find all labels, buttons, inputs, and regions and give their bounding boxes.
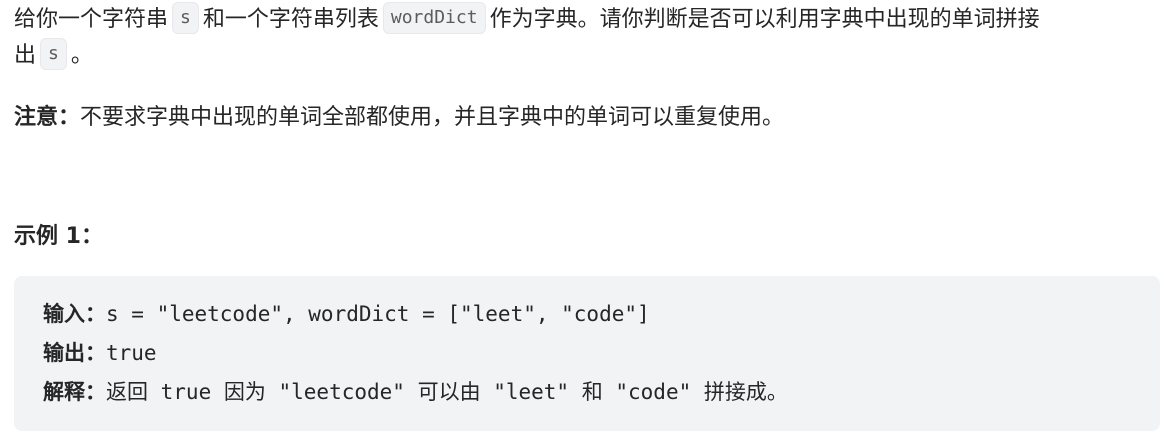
explanation-code: "code" (602, 380, 704, 404)
explanation-text: 和 (581, 380, 603, 404)
output-value: true (106, 341, 157, 365)
description-text: 。 (70, 43, 93, 68)
note-text: 不要求字典中出现的单词全部都使用，并且字典中的单词可以重复使用。 (80, 105, 785, 130)
description-text: 出 (14, 43, 37, 68)
input-value: s = "leetcode", wordDict = ["leet", "cod… (106, 302, 650, 326)
explanation-text: 拼接成。 (703, 380, 788, 404)
example-code-block: 输入：s = "leetcode", wordDict = ["leet", "… (14, 276, 1160, 431)
example-title: 示例 1： (14, 224, 103, 249)
example-output-line: 输出：true (43, 338, 157, 368)
explanation-text: 因为 (223, 380, 266, 404)
inline-code-s: s (172, 2, 199, 34)
explanation-code: "leetcode" (265, 380, 418, 404)
description-text: 和一个字符串列表 (202, 7, 379, 32)
inline-code-s: s (40, 38, 67, 70)
inline-code-worddict: wordDict (382, 2, 486, 34)
description-text: 给你一个字符串 (14, 7, 169, 32)
example-input-line: 输入：s = "leetcode", wordDict = ["leet", "… (43, 299, 650, 329)
input-label: 输入： (43, 301, 106, 326)
note-label: 注意： (14, 105, 81, 130)
problem-statement: 给你一个字符串 s 和一个字符串列表 wordDict 作为字典。请你判断是否可以利用字… (14, 0, 1160, 431)
example-explanation-line: 解释：返回 true 因为 "leetcode" 可以由 "leet" 和 "c… (43, 377, 788, 407)
description-text: 作为字典。请你判断是否可以利用字典中出现的单词拼接 (489, 7, 1040, 32)
explanation-code: "leet" (480, 380, 582, 404)
explanation-text: 可以由 (417, 380, 481, 404)
explanation-label: 解释： (43, 379, 106, 404)
explanation-text: 返回 (106, 380, 148, 404)
description-paragraph: 给你一个字符串 s 和一个字符串列表 wordDict 作为字典。请你判断是否可以利用字… (14, 0, 1160, 74)
note-paragraph: 注意：不要求字典中出现的单词全部都使用，并且字典中的单词可以重复使用。 (14, 100, 1160, 136)
output-label: 输出： (43, 340, 106, 365)
explanation-code: true (148, 380, 224, 404)
